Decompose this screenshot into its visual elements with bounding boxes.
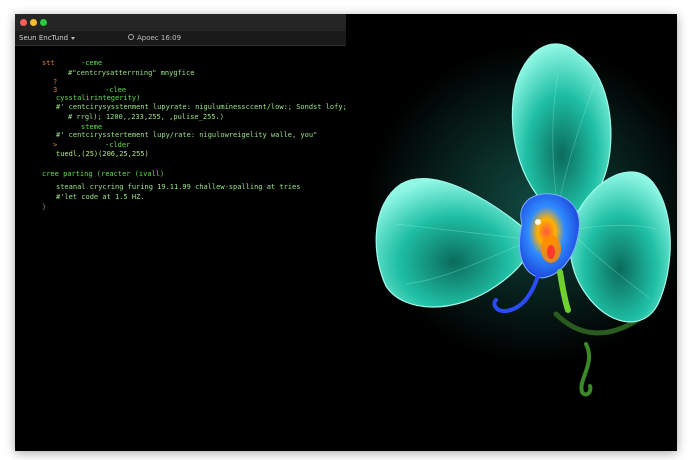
code-line: -clee [105,86,127,94]
code-line: cree parting (reacter (ivall) [42,170,165,178]
code-line: tuedl,(25)(206,25,255) [56,150,149,158]
orchid-core [547,245,555,259]
code-line: cysstalirintegerity) [56,94,141,102]
code-line: -ceme [81,59,103,67]
image-preview-pane [346,14,677,451]
line-marker: stt [42,59,55,67]
orchid-image [366,43,677,397]
code-line: #' centcirysysstenment lupyrate: nigulum… [56,103,347,111]
code-area[interactable]: stt -ceme #"centcrysatterrning" mnygfice… [15,14,347,451]
code-line: # rrgl); 1200,,233,255, ,pulise_255.) [68,113,224,121]
line-marker: 3 [53,86,58,94]
code-line: steanal crycring furing 19.11.99 challew… [56,183,301,191]
line-marker: ? [53,78,58,86]
highlight-spot [535,219,541,225]
code-editor-pane[interactable]: Seun EncTund Apoec 16:09 stt -ceme #"cen… [15,14,347,451]
code-line: steme [81,123,103,131]
code-line: #"centcrysatterrning" mnygfice [68,69,195,77]
code-line: #' centcirysstertement lupy/rate: nigulo… [56,131,318,139]
code-line: -clder [105,141,131,149]
app-window: Seun EncTund Apoec 16:09 stt -ceme #"cen… [15,14,677,451]
code-line: #'let code at 1.5 HZ. [56,193,145,201]
line-marker: > [53,141,58,149]
code-line: } [42,203,47,211]
